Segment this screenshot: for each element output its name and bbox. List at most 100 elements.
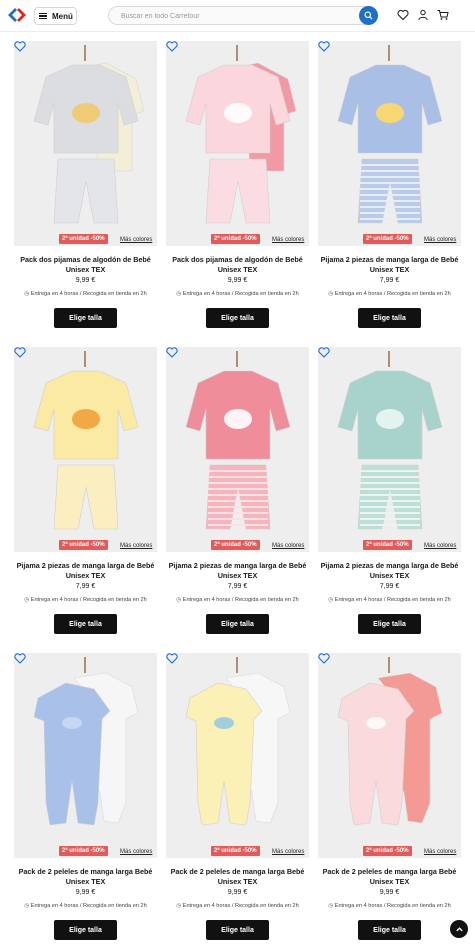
heart-icon[interactable] [14, 653, 26, 664]
more-colors-link[interactable]: Más colores [424, 237, 456, 243]
choose-size-button[interactable]: Elige talla [358, 614, 421, 634]
product-price: 9,99 € [227, 889, 248, 896]
product-image[interactable] [166, 347, 309, 552]
product-title[interactable]: Pack dos pijamas de algodón de Bebé Unis… [166, 255, 309, 275]
product-title[interactable]: Pijama 2 piezas de manga larga de Bebé U… [166, 561, 309, 581]
product-price: 9,99 € [227, 277, 248, 284]
promo-badge: 2ª unidad -50% [59, 846, 108, 856]
product-image[interactable] [318, 653, 461, 858]
heart-icon[interactable] [166, 41, 178, 52]
choose-size-button[interactable]: Elige talla [54, 920, 117, 940]
more-colors-link[interactable]: Más colores [272, 237, 304, 243]
more-colors-link[interactable]: Más colores [120, 237, 152, 243]
product-card[interactable]: 2ª unidad -50% Más colores Pijama 2 piez… [166, 347, 309, 642]
product-card[interactable]: 2ª unidad -50% Más colores Pijama 2 piez… [14, 347, 157, 642]
heart-icon[interactable] [14, 347, 26, 358]
product-image[interactable] [14, 653, 157, 858]
heart-icon[interactable] [14, 41, 26, 52]
heart-icon[interactable] [397, 9, 409, 21]
product-card[interactable]: 2ª unidad -50% Más colores Pack de 2 pel… [318, 653, 461, 948]
product-title[interactable]: Pack de 2 peleles de manga larga Bebé Un… [166, 867, 309, 887]
delivery-text: Entrega en 4 horas / Recogida en tienda … [182, 903, 299, 909]
clock-icon: ◷ [176, 291, 182, 297]
heart-icon[interactable] [166, 653, 178, 664]
product-title[interactable]: Pack de 2 peleles de manga larga Bebé Un… [14, 867, 157, 887]
product-card[interactable]: 2ª unidad -50% Más colores Pijama 2 piez… [318, 41, 461, 336]
product-title[interactable]: Pack dos pijamas de algodón de Bebé Unis… [14, 255, 157, 275]
more-colors-link[interactable]: Más colores [424, 849, 456, 855]
heart-icon[interactable] [166, 347, 178, 358]
product-image[interactable] [318, 347, 461, 552]
choose-size-button[interactable]: Elige talla [206, 614, 269, 634]
user-icon[interactable] [417, 9, 429, 21]
product-card[interactable]: 2ª unidad -50% Más colores Pack de 2 pel… [166, 653, 309, 948]
search-icon [364, 11, 373, 20]
promo-badge: 2ª unidad -50% [59, 234, 108, 244]
clock-icon: ◷ [328, 903, 334, 909]
product-title[interactable]: Pijama 2 piezas de manga larga de Bebé U… [318, 561, 461, 581]
delivery-text: Entrega en 4 horas / Recogida en tienda … [334, 903, 451, 909]
clock-icon: ◷ [24, 597, 30, 603]
choose-size-button[interactable]: Elige talla [358, 920, 421, 940]
delivery-info: ◷ Entrega en 4 horas / Recogida en tiend… [14, 903, 157, 909]
product-card[interactable]: 2ª unidad -50% Más colores Pijama 2 piez… [318, 347, 461, 642]
search-button[interactable] [359, 6, 378, 25]
choose-size-button[interactable]: Elige talla [54, 308, 117, 328]
product-image[interactable] [166, 653, 309, 858]
more-colors-link[interactable]: Más colores [120, 849, 152, 855]
clock-icon: ◷ [24, 903, 30, 909]
choose-size-button[interactable]: Elige talla [54, 614, 117, 634]
delivery-info: ◷ Entrega en 4 horas / Recogida en tiend… [14, 597, 157, 603]
promo-badge: 2ª unidad -50% [211, 234, 260, 244]
delivery-info: ◷ Entrega en 4 horas / Recogida en tiend… [166, 291, 309, 297]
product-price: 7,99 € [227, 583, 248, 590]
product-card[interactable]: 2ª unidad -50% Más colores Pack de 2 pel… [14, 653, 157, 948]
carrefour-logo-icon[interactable] [7, 7, 27, 23]
product-title[interactable]: Pijama 2 piezas de manga larga de Bebé U… [14, 561, 157, 581]
menu-button[interactable]: Menú [34, 7, 77, 25]
delivery-info: ◷ Entrega en 4 horas / Recogida en tiend… [318, 291, 461, 297]
heart-icon[interactable] [318, 347, 330, 358]
scroll-top-button[interactable] [450, 920, 468, 938]
product-image[interactable] [166, 41, 309, 246]
choose-size-button[interactable]: Elige talla [206, 308, 269, 328]
product-image[interactable] [14, 41, 157, 246]
more-colors-link[interactable]: Más colores [424, 543, 456, 549]
delivery-info: ◷ Entrega en 4 horas / Recogida en tiend… [166, 903, 309, 909]
search-input[interactable] [121, 8, 351, 24]
choose-size-button[interactable]: Elige talla [206, 920, 269, 940]
clock-icon: ◷ [328, 597, 334, 603]
delivery-text: Entrega en 4 horas / Recogida en tienda … [334, 597, 451, 603]
delivery-info: ◷ Entrega en 4 horas / Recogida en tiend… [14, 291, 157, 297]
product-card[interactable]: 2ª unidad -50% Más colores Pack dos pija… [166, 41, 309, 336]
product-price: 7,99 € [379, 583, 400, 590]
product-title[interactable]: Pijama 2 piezas de manga larga de Bebé U… [318, 255, 461, 275]
more-colors-link[interactable]: Más colores [120, 543, 152, 549]
product-price: 7,99 € [75, 583, 96, 590]
promo-badge: 2ª unidad -50% [59, 540, 108, 550]
product-price: 9,99 € [379, 889, 400, 896]
product-price: 9,99 € [75, 277, 96, 284]
clock-icon: ◷ [176, 903, 182, 909]
menu-label: Menú [52, 11, 73, 21]
product-image[interactable] [14, 347, 157, 552]
more-colors-link[interactable]: Más colores [272, 849, 304, 855]
more-colors-link[interactable]: Más colores [272, 543, 304, 549]
product-title[interactable]: Pack de 2 peleles de manga larga Bebé Un… [318, 867, 461, 887]
choose-size-button[interactable]: Elige talla [358, 308, 421, 328]
promo-badge: 2ª unidad -50% [363, 540, 412, 550]
delivery-info: ◷ Entrega en 4 horas / Recogida en tiend… [318, 903, 461, 909]
heart-icon[interactable] [318, 653, 330, 664]
clock-icon: ◷ [328, 291, 334, 297]
product-image[interactable] [318, 41, 461, 246]
cart-icon[interactable] [437, 9, 449, 21]
product-price: 9,99 € [75, 889, 96, 896]
search-bar [108, 6, 378, 25]
delivery-text: Entrega en 4 horas / Recogida en tienda … [182, 597, 299, 603]
clock-icon: ◷ [176, 597, 182, 603]
delivery-text: Entrega en 4 horas / Recogida en tienda … [334, 291, 451, 297]
heart-icon[interactable] [318, 41, 330, 52]
product-card[interactable]: 2ª unidad -50% Más colores Pack dos pija… [14, 41, 157, 336]
product-price: 7,99 € [379, 277, 400, 284]
promo-badge: 2ª unidad -50% [211, 540, 260, 550]
